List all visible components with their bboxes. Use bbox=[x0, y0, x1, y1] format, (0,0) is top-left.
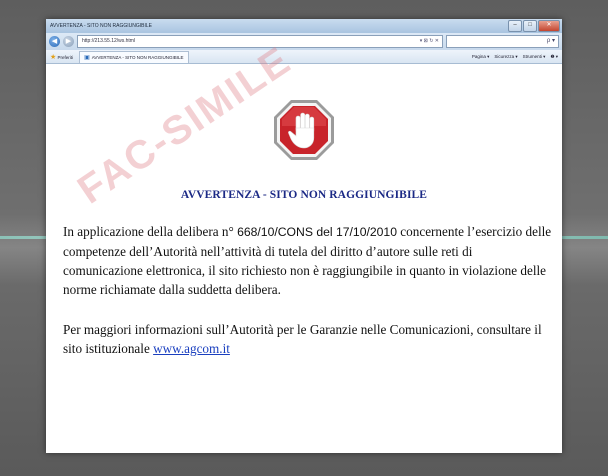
page-title: AVVERTENZA - SITO NON RAGGIUNGIBILE bbox=[180, 189, 428, 201]
url-input[interactable]: http://213.55.12/ws.html ▾ ⊠ ↻ ✕ bbox=[77, 35, 443, 48]
window-title: AVVERTENZA - SITO NON RAGGIUNGIBILE bbox=[50, 23, 152, 29]
command-page[interactable]: Pagina ▾ bbox=[472, 54, 490, 60]
delibera-reference: 668/10/CONS del 17/10/2010 bbox=[237, 225, 397, 239]
tab-title: AVVERTENZA - SITO NON RAGGIUNGIBILE bbox=[91, 54, 184, 60]
fac-simile-watermark: FAC-SIMILE bbox=[70, 38, 300, 213]
command-help[interactable]: ❷ ▾ bbox=[550, 54, 558, 60]
page-icon: ▣ bbox=[84, 54, 90, 61]
url-text: http://213.55.12/ws.html bbox=[82, 38, 136, 44]
window-controls: – □ ✕ bbox=[508, 20, 560, 32]
notice-text-intro: In applicazione della delibera n° bbox=[63, 224, 234, 239]
agcom-link[interactable]: www.agcom.it bbox=[153, 341, 230, 356]
search-input[interactable]: ρ ▾ bbox=[446, 35, 559, 48]
page-content: AVVERTENZA - SITO NON RAGGIUNGIBILE In a… bbox=[46, 38, 562, 453]
favorites-button[interactable]: ★ Preferiti bbox=[50, 53, 73, 61]
notice-paragraph: In applicazione della delibera n° 668/10… bbox=[63, 222, 553, 299]
url-tools-icons[interactable]: ▾ ⊠ ↻ ✕ bbox=[420, 36, 442, 47]
info-text: Per maggiori informazioni sull’Autorità … bbox=[63, 322, 542, 356]
maximize-button[interactable]: □ bbox=[523, 20, 537, 32]
command-bar: Pagina ▾ Sicurezza ▾ Strumenti ▾ ❷ ▾ bbox=[472, 54, 558, 60]
star-icon: ★ bbox=[50, 53, 57, 61]
browser-window: AVVERTENZA - SITO NON RAGGIUNGIBILE – □ … bbox=[46, 19, 562, 453]
favorites-bar: ★ Preferiti ▣ AVVERTENZA - SITO NON RAGG… bbox=[46, 50, 562, 64]
back-button[interactable]: ◀ bbox=[49, 36, 60, 47]
address-bar: ◀ ▶ http://213.55.12/ws.html ▾ ⊠ ↻ ✕ ρ ▾ bbox=[46, 33, 562, 50]
info-paragraph: Per maggiori informazioni sull’Autorità … bbox=[63, 320, 553, 358]
favorites-label: Preferiti bbox=[57, 54, 74, 60]
stop-hand-icon bbox=[272, 98, 336, 162]
search-icon[interactable]: ρ ▾ bbox=[547, 38, 555, 44]
command-security[interactable]: Sicurezza ▾ bbox=[494, 54, 517, 60]
close-button[interactable]: ✕ bbox=[538, 20, 560, 32]
minimize-button[interactable]: – bbox=[508, 20, 522, 32]
tab-current[interactable]: ▣ AVVERTENZA - SITO NON RAGGIUNGIBILE bbox=[79, 50, 189, 63]
title-bar: AVVERTENZA - SITO NON RAGGIUNGIBILE – □ … bbox=[46, 19, 562, 33]
command-tools[interactable]: Strumenti ▾ bbox=[523, 54, 546, 60]
forward-button[interactable]: ▶ bbox=[63, 36, 74, 47]
